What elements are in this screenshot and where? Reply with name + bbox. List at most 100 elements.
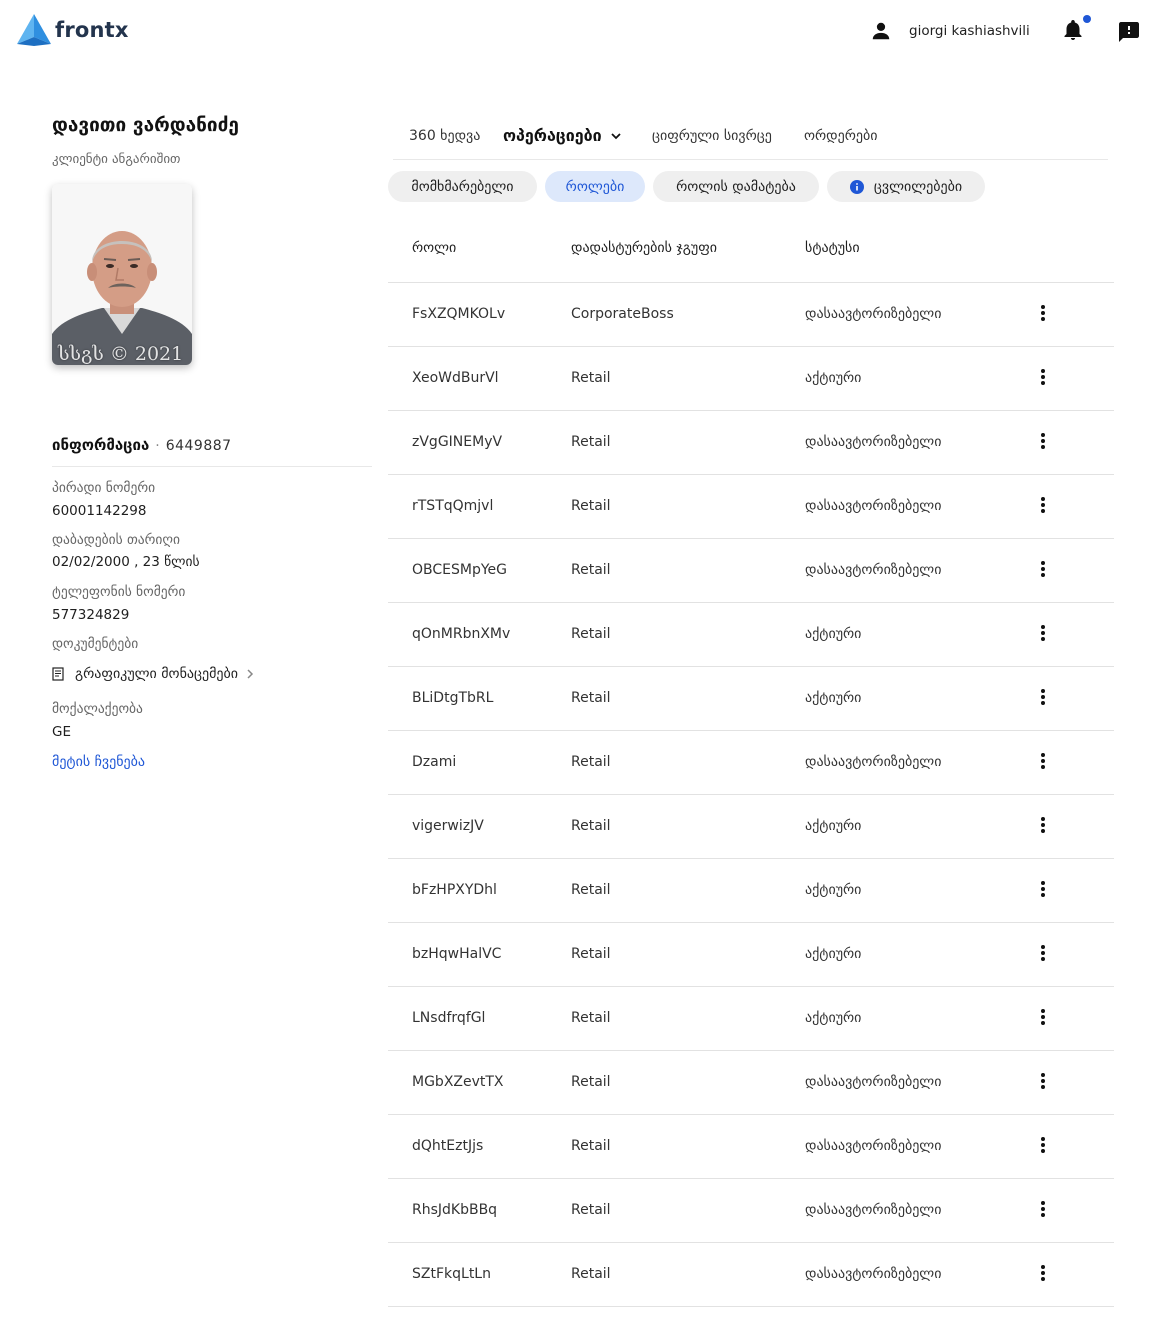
feedback-button[interactable] <box>1117 20 1141 44</box>
more-vertical-icon <box>1041 497 1045 513</box>
status-cell: დასაავტორიზებელი <box>805 562 942 578</box>
tab-operations[interactable]: ოპერაციები <box>503 126 623 145</box>
status-cell: აქტიური <box>805 1010 862 1026</box>
role-cell: Dzami <box>412 754 457 770</box>
row-actions-button[interactable] <box>1031 368 1055 388</box>
table-row[interactable]: RhsJdKbBBq Retail დასაავტორიზებელი <box>388 1179 1114 1243</box>
chip-add-role[interactable]: როლის დამატება <box>653 171 819 202</box>
row-actions-button[interactable] <box>1031 1200 1055 1220</box>
row-actions-button[interactable] <box>1031 688 1055 708</box>
documents-label: დოკუმენტები <box>52 636 139 652</box>
table-row[interactable]: rTSTqQmjvl Retail დასაავტორიზებელი <box>388 475 1114 539</box>
tab-360-view[interactable]: 360 ხედვა <box>409 128 480 144</box>
column-header-role[interactable]: როლი <box>412 240 456 256</box>
role-cell: XeoWdBurVl <box>412 370 499 386</box>
frontx-logo-icon <box>17 14 51 46</box>
row-actions-button[interactable] <box>1031 432 1055 452</box>
graphic-data-link[interactable]: გრაფიკული მონაცემები <box>52 666 256 682</box>
role-cell: MGbXZevtTX <box>412 1074 504 1090</box>
citizenship-label: მოქალაქეობა <box>52 701 143 717</box>
tab-orders[interactable]: ორდერები <box>804 128 877 144</box>
status-cell: დასაავტორიზებელი <box>805 306 942 322</box>
user-menu[interactable]: giorgi kashiashvili <box>870 20 1030 42</box>
more-vertical-icon <box>1041 561 1045 577</box>
info-title: ინფორმაცია <box>52 436 150 454</box>
birth-date-value: 02/02/2000 , 23 წლის <box>52 554 200 570</box>
table-row[interactable]: BLiDtgTbRL Retail აქტიური <box>388 667 1114 731</box>
approval-group-cell: Retail <box>571 1010 611 1026</box>
column-header-status[interactable]: სტატუსი <box>805 240 860 256</box>
approval-group-cell: Retail <box>571 946 611 962</box>
row-actions-button[interactable] <box>1031 752 1055 772</box>
role-cell: bzHqwHalVC <box>412 946 502 962</box>
approval-group-cell: Retail <box>571 882 611 898</box>
show-more-link[interactable]: მეტის ჩვენება <box>52 754 145 770</box>
row-actions-button[interactable] <box>1031 1008 1055 1028</box>
chip-roles[interactable]: როლები <box>545 171 645 202</box>
table-row[interactable]: qOnMRbnXMv Retail აქტიური <box>388 603 1114 667</box>
row-actions-button[interactable] <box>1031 560 1055 580</box>
row-actions-button[interactable] <box>1031 1072 1055 1092</box>
row-actions-button[interactable] <box>1031 944 1055 964</box>
chevron-right-icon <box>247 669 254 679</box>
row-actions-button[interactable] <box>1031 880 1055 900</box>
approval-group-cell: Retail <box>571 754 611 770</box>
row-actions-button[interactable] <box>1031 624 1055 644</box>
more-vertical-icon <box>1041 1201 1045 1217</box>
chip-changes[interactable]: ცვლილებები <box>827 171 985 202</box>
row-actions-button[interactable] <box>1031 1264 1055 1284</box>
chevron-down-icon <box>611 132 621 139</box>
chip-changes-label: ცვლილებები <box>873 178 963 195</box>
more-vertical-icon <box>1041 753 1045 769</box>
info-icon <box>849 179 864 194</box>
chip-user[interactable]: მომხმარებელი <box>388 171 537 202</box>
row-actions-button[interactable] <box>1031 496 1055 516</box>
role-cell: SZtFkqLtLn <box>412 1266 491 1282</box>
client-subtitle: კლიენტი ანგარიშით <box>52 152 181 167</box>
birth-date-label: დაბადების თარიღი <box>52 532 180 548</box>
status-cell: აქტიური <box>805 946 862 962</box>
status-cell: დასაავტორიზებელი <box>805 1202 942 1218</box>
more-vertical-icon <box>1041 369 1045 385</box>
feedback-icon <box>1119 22 1139 42</box>
status-cell: აქტიური <box>805 626 862 642</box>
table-row[interactable]: dQhtEztJjs Retail დასაავტორიზებელი <box>388 1115 1114 1179</box>
role-cell: bFzHPXYDhl <box>412 882 497 898</box>
approval-group-cell: Retail <box>571 434 611 450</box>
personal-number-label: პირადი ნომერი <box>52 480 156 496</box>
table-row[interactable]: FsXZQMKOLv CorporateBoss დასაავტორიზებელი <box>388 283 1114 347</box>
more-vertical-icon <box>1041 881 1045 897</box>
table-row[interactable]: XeoWdBurVl Retail აქტიური <box>388 347 1114 411</box>
notifications-button[interactable] <box>1061 15 1091 44</box>
role-cell: BLiDtgTbRL <box>412 690 494 706</box>
top-bar: frontx giorgi kashiashvili <box>0 0 1165 64</box>
portrait-image <box>52 184 192 365</box>
personal-number-value: 60001142298 <box>52 503 147 519</box>
role-cell: dQhtEztJjs <box>412 1138 484 1154</box>
table-row[interactable]: Dzami Retail დასაავტორიზებელი <box>388 731 1114 795</box>
row-actions-button[interactable] <box>1031 816 1055 836</box>
more-vertical-icon <box>1041 305 1045 321</box>
tab-digital-space[interactable]: ციფრული სივრცე <box>652 128 772 144</box>
table-row[interactable]: LNsdfrqfGl Retail აქტიური <box>388 987 1114 1051</box>
table-row[interactable]: OBCESMpYeG Retail დასაავტორიზებელი <box>388 539 1114 603</box>
table-row[interactable]: vigerwizJV Retail აქტიური <box>388 795 1114 859</box>
more-vertical-icon <box>1041 433 1045 449</box>
status-cell: დასაავტორიზებელი <box>805 1138 942 1154</box>
table-row[interactable]: SZtFkqLtLn Retail დასაავტორიზებელი <box>388 1243 1114 1307</box>
row-actions-button[interactable] <box>1031 1136 1055 1156</box>
row-actions-button[interactable] <box>1031 304 1055 324</box>
status-cell: აქტიური <box>805 818 862 834</box>
person-icon <box>872 22 890 40</box>
app-name: frontx <box>55 18 129 42</box>
table-row[interactable]: zVgGINEMyV Retail დასაავტორიზებელი <box>388 411 1114 475</box>
table-row[interactable]: MGbXZevtTX Retail დასაავტორიზებელი <box>388 1051 1114 1115</box>
table-row[interactable]: bFzHPXYDhl Retail აქტიური <box>388 859 1114 923</box>
app-logo[interactable]: frontx <box>16 13 129 47</box>
user-name: giorgi kashiashvili <box>909 23 1030 39</box>
client-photo: სსგს © 2021 <box>52 184 192 365</box>
approval-group-cell: Retail <box>571 1138 611 1154</box>
status-cell: დასაავტორიზებელი <box>805 434 942 450</box>
table-row[interactable]: bzHqwHalVC Retail აქტიური <box>388 923 1114 987</box>
column-header-group[interactable]: დადასტურების ჯგუფი <box>571 240 717 256</box>
